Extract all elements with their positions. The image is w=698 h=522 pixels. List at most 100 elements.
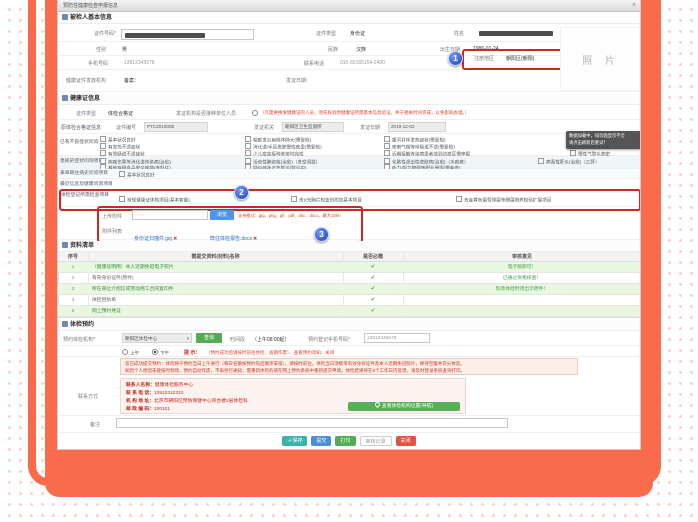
checkbox-icon: [100, 143, 106, 149]
mobile-value: 13912345678: [124, 60, 155, 66]
print-button[interactable]: 打印: [335, 436, 355, 446]
survey1-block: [58, 134, 640, 156]
region-label: 注册地区: [474, 55, 494, 62]
cert-org-radio[interactable]: [252, 110, 258, 116]
check-icon: ✔: [343, 273, 403, 284]
col-header-name: 需提交资料(材料)名称: [88, 252, 343, 262]
radio-selected-icon: [152, 349, 158, 355]
col-header-no: 序号: [58, 252, 88, 262]
slot-label: 时间段: [230, 336, 245, 343]
table-row[interactable]: 1 （健康证明用）本人近期免冠电子照片 ✔ 电子版即可！: [58, 262, 641, 273]
basic-row-4: [58, 70, 640, 92]
radio-icon: [122, 349, 128, 355]
tel-label: 联系电话: [304, 60, 324, 67]
checkbox-option[interactable]: 病毒性肝炎(治愈)（乙肝）: [538, 158, 600, 166]
checkbox-option[interactable]: 常规健康证体检项目(基本套餐): [119, 196, 190, 204]
form-window: 预防性健康检查申报信息 × 被检人基本信息 证件号码* 证件类型 身份证 姓名 …: [57, 0, 641, 450]
slot-value: （上午08:00起）: [252, 336, 290, 343]
check-icon: ✔: [343, 295, 403, 306]
survey3-label: 表单既往病史问询项目: [60, 171, 118, 177]
region-value: 朝阳区(朝阳): [506, 55, 534, 62]
submit-button[interactable]: 提交: [311, 436, 331, 446]
checkbox-icon: [245, 143, 251, 149]
col-header-required: 是否必需: [343, 252, 403, 262]
notice-line: 如因个人原因未能按时到场，预约自动作废，不再另行通知；需重新体检的请在网上预约系…: [125, 368, 573, 375]
booking-org-label: 预约体检机构*: [63, 336, 95, 343]
cert-no-value[interactable]: PTC2019008: [144, 122, 208, 132]
browse-button[interactable]: 浏览: [210, 210, 234, 220]
person-icon: [62, 14, 68, 20]
photo-placeholder: 照 片: [560, 27, 641, 91]
tip-text: （预约成功后请按时前往体检，逾期作废）、查看预约须知、关闭: [206, 350, 334, 356]
checkbox-icon: [384, 136, 390, 142]
radio-row: [58, 346, 640, 357]
basic-row-2: [58, 42, 640, 56]
section-booking-header: 体检预约: [58, 320, 640, 331]
remark-input[interactable]: [116, 418, 508, 428]
annotation-badge-1: 1: [448, 51, 463, 66]
upload-file-input[interactable]: [132, 210, 208, 220]
checkbox-icon: [291, 196, 297, 202]
id-number-input[interactable]: [121, 29, 254, 40]
close-icon[interactable]: ×: [632, 0, 636, 12]
survey4-label: 最近信息及健康问询项目: [60, 182, 130, 188]
window-title: 预防性健康检查申报信息: [63, 3, 118, 9]
footer-button-bar: ＋保存 提交 打印 审核记录 关闭: [58, 436, 640, 446]
id-number-label: 证件号码*: [58, 30, 116, 37]
checkbox-icon: [245, 136, 251, 142]
issue-date-label: 发证日期：: [286, 77, 311, 84]
checkbox-icon: [100, 136, 106, 142]
id-type-label: 证件类型: [316, 30, 336, 37]
tel-value: 010-30165154-2400: [340, 60, 385, 66]
radio-option-afternoon[interactable]: 下午: [152, 349, 169, 357]
checkbox-icon: [119, 171, 125, 177]
redacted-id-value: [125, 33, 205, 38]
id-type-value: 身份证: [350, 30, 365, 37]
checkbox-icon: [456, 196, 462, 202]
upload-label: 上传附件: [102, 213, 122, 220]
map-location-button[interactable]: 查看体检机构位置(导航): [348, 402, 460, 411]
required-items-label: 体检登记所需检查项目: [61, 193, 117, 199]
checkbox-option[interactable]: 含X光胸片检查的附加基本项目: [291, 196, 362, 204]
gender-label: 性别: [96, 46, 106, 53]
table-row[interactable]: 5 网上预约凭证 ✔: [58, 306, 641, 317]
list-icon: [62, 242, 68, 248]
cert-date-value[interactable]: 2019-12-02: [388, 122, 446, 132]
contact-name: 联系人名称：健康体检服务中心: [126, 381, 193, 388]
check-icon: ✔: [343, 306, 403, 317]
mobile-label: 手机号码: [88, 60, 108, 67]
tip-label: 提 示：: [184, 349, 200, 356]
table-row[interactable]: 2 有效身份证件(原件) ✔ 已通过资格核查！: [58, 273, 641, 284]
attachment-list-label: 附件列表: [102, 228, 122, 235]
checkbox-option[interactable]: 含金黄色葡萄球菌等细菌培养检验扩展项目: [456, 196, 551, 204]
cert-org-label: 发证机构是否接种单位人员: [176, 110, 236, 117]
checkbox-option[interactable]: 基本状况良好: [119, 171, 155, 179]
table-row[interactable]: 4 体检回执单 ✔: [58, 295, 641, 306]
audit-record-button[interactable]: 审核记录: [360, 436, 392, 446]
window-titlebar: 预防性健康检查申报信息 ×: [58, 0, 640, 12]
section-cert-header: 健康证信息: [58, 94, 640, 105]
annotation-badge-3: 3: [314, 227, 329, 242]
old-cert-label: 原体检合格证信息: [61, 124, 101, 131]
radio-option-morning[interactable]: 上午: [122, 349, 139, 357]
chevron-down-icon: ▾: [187, 334, 189, 343]
cert-type-label: 证件类型: [76, 110, 96, 117]
contact-zipcode: 邮 政 编 码：100101: [126, 405, 170, 412]
booking-org-select[interactable]: 朝阳区体检中心 ▾: [122, 333, 192, 343]
calendar-icon: [62, 321, 68, 327]
save-button[interactable]: ＋保存: [282, 436, 307, 446]
query-button[interactable]: 查询: [196, 333, 222, 343]
contact-phone: 联 系 电 话：13912312313: [126, 389, 183, 396]
cert-no-label: 证件编号: [116, 124, 136, 131]
check-icon: ✔: [343, 262, 403, 273]
cert-agency-value[interactable]: 朝阳区卫生监督所: [282, 122, 344, 132]
close-button[interactable]: 关闭: [396, 436, 416, 446]
contact-label: 联系方式: [78, 393, 98, 400]
ethnic-label: 民族: [328, 46, 338, 53]
remark-label: 备注: [90, 421, 100, 428]
booking-phone-input[interactable]: 13912345678: [364, 333, 430, 343]
table-row[interactable]: 3 所在单位介绍信或劳动用工合同复印件 ✔ 现场体检时须出示原件！: [58, 284, 641, 295]
certificate-icon: [62, 95, 68, 101]
section-materials-header: 资料清单: [58, 241, 640, 252]
cert-note: （凡需要换发健康证的人员，须先核验原健康证所需基本信息验证，并于相关时间完成，以…: [260, 110, 638, 116]
